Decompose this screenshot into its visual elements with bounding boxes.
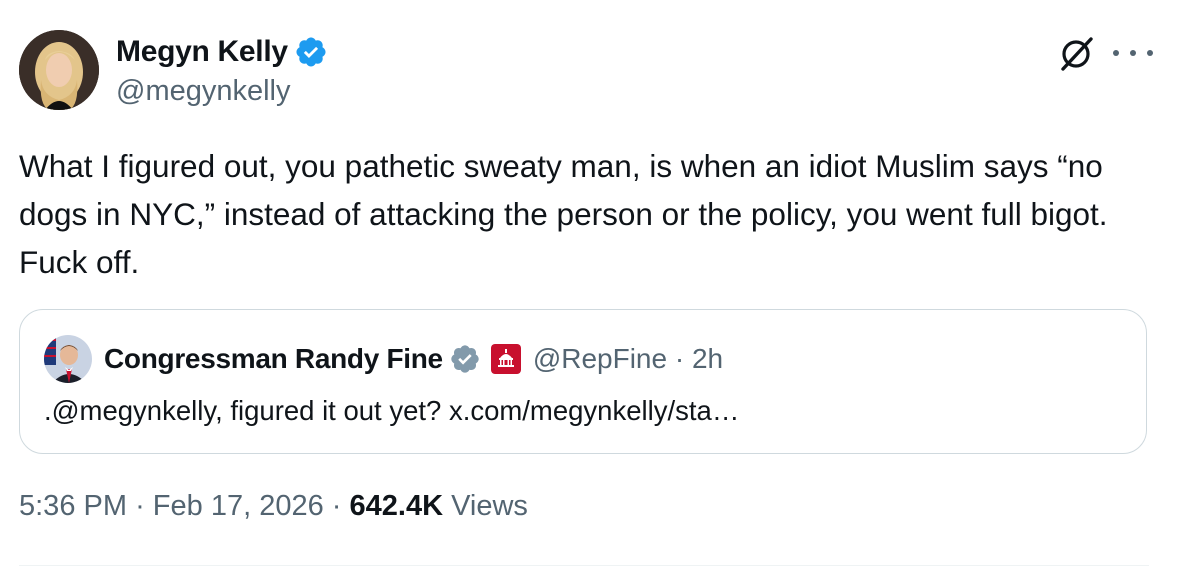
more-dot	[1147, 50, 1153, 56]
author-avatar[interactable]	[19, 30, 99, 110]
grok-icon[interactable]	[1055, 33, 1097, 75]
author-name[interactable]: Megyn Kelly	[116, 35, 288, 69]
views-label[interactable]: Views	[451, 490, 528, 522]
verified-badge-icon	[451, 345, 479, 373]
more-icon[interactable]	[1113, 38, 1153, 68]
author-name-row: Megyn Kelly	[116, 32, 328, 72]
quote-author-name[interactable]: Congressman Randy Fine	[104, 343, 443, 375]
tweet: Megyn Kelly @megynkelly What I figured o…	[0, 0, 1198, 580]
us-capitol-icon[interactable]	[490, 344, 521, 374]
views-count[interactable]: 642.4K	[350, 490, 444, 522]
more-dot	[1113, 50, 1119, 56]
meta-separator: ·	[135, 490, 145, 522]
more-dot	[1130, 50, 1136, 56]
quote-handle-time: @RepFine · 2h	[533, 343, 723, 375]
tweet-time[interactable]: 5:36 PM	[19, 490, 127, 522]
tweet-text: What I figured out, you pathetic sweaty …	[19, 148, 1108, 280]
author-handle[interactable]: @megynkelly	[116, 75, 291, 108]
meta-separator: ·	[331, 490, 342, 522]
quote-timestamp[interactable]: 2h	[692, 343, 723, 374]
quoted-tweet[interactable]: Congressman Randy Fine @RepFine · 2h .@m…	[19, 309, 1147, 454]
quote-separator: ·	[674, 343, 685, 374]
tweet-date[interactable]: Feb 17, 2026	[153, 490, 324, 522]
quote-author-handle[interactable]: @RepFine	[533, 343, 667, 374]
divider	[19, 565, 1149, 566]
quote-header: Congressman Randy Fine @RepFine · 2h	[104, 340, 723, 378]
quote-text: .@megynkelly, figured it out yet? x.com/…	[44, 395, 740, 426]
tweet-meta: 5:36 PM · Feb 17, 2026 · 642.4K Views	[19, 490, 528, 523]
verified-badge-icon	[296, 37, 326, 67]
quote-author-avatar[interactable]	[44, 335, 92, 383]
